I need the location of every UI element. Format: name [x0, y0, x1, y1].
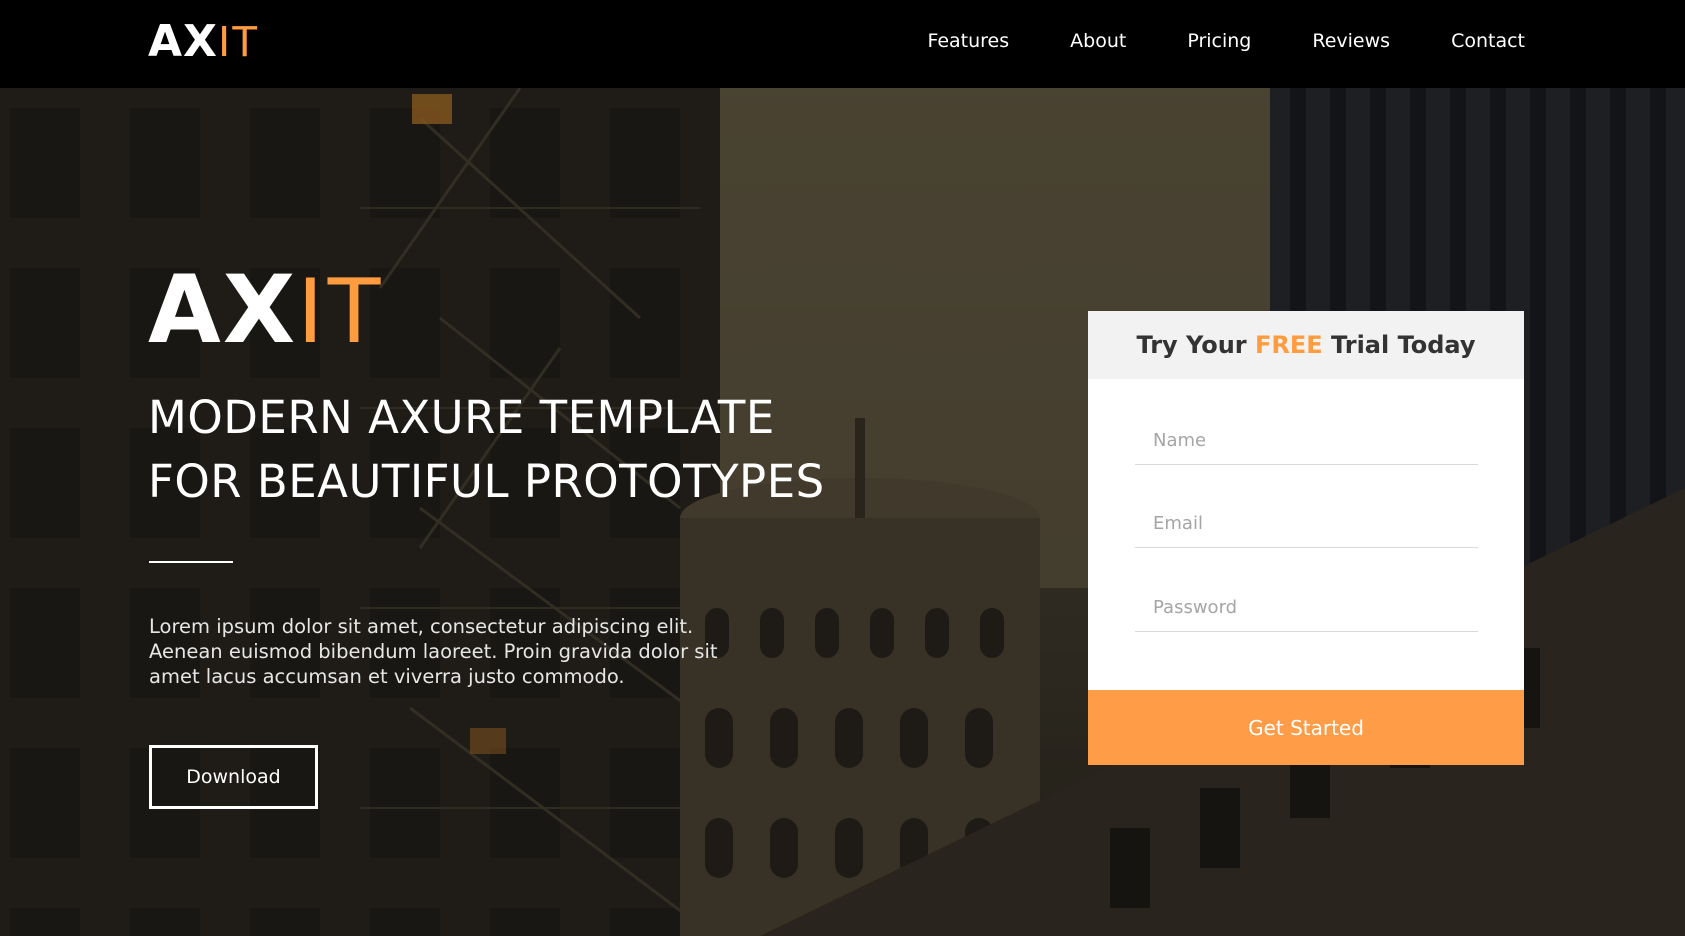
password-field[interactable] — [1135, 584, 1478, 632]
trial-title-after: Trial Today — [1322, 331, 1476, 359]
download-button[interactable]: Download — [149, 745, 318, 809]
trial-title-highlight: FREE — [1254, 331, 1323, 359]
nav-link-features[interactable]: Features — [927, 30, 1009, 52]
main-nav: Features About Pricing Reviews Contact — [866, 30, 1525, 52]
brand-logo[interactable]: AXIT — [148, 18, 259, 66]
name-field[interactable] — [1135, 417, 1478, 465]
get-started-button[interactable]: Get Started — [1088, 690, 1524, 765]
hero-logo-suffix: IT — [297, 257, 385, 362]
hero-logo-prefix: AX — [148, 256, 298, 365]
trial-title-before: Try Your — [1136, 331, 1255, 359]
nav-link-contact[interactable]: Contact — [1451, 30, 1525, 52]
hero-divider — [149, 561, 233, 563]
hero-headline-line2: FOR BEAUTIFUL PROTOTYPES — [148, 455, 825, 508]
hero-headline-line1: MODERN AXURE TEMPLATE — [148, 391, 775, 444]
nav-link-about[interactable]: About — [1070, 30, 1126, 52]
trial-signup-card: Try Your FREE Trial Today Get Started — [1088, 311, 1524, 765]
nav-link-pricing[interactable]: Pricing — [1187, 30, 1251, 52]
top-nav-bar: AXIT Features About Pricing Reviews Cont… — [0, 0, 1685, 88]
hero-intro-text: Lorem ipsum dolor sit amet, consectetur … — [149, 615, 718, 688]
nav-link-reviews[interactable]: Reviews — [1312, 30, 1390, 52]
hero-section: AXIT MODERN AXURE TEMPLATE FOR BEAUTIFUL… — [0, 88, 1685, 936]
hero-headline: MODERN AXURE TEMPLATE FOR BEAUTIFUL PROT… — [148, 386, 825, 514]
hero-logo: AXIT — [148, 260, 385, 361]
trial-card-title: Try Your FREE Trial Today — [1088, 311, 1524, 379]
brand-logo-prefix: AX — [148, 16, 218, 67]
email-field[interactable] — [1135, 500, 1478, 548]
brand-logo-suffix: IT — [217, 17, 260, 66]
